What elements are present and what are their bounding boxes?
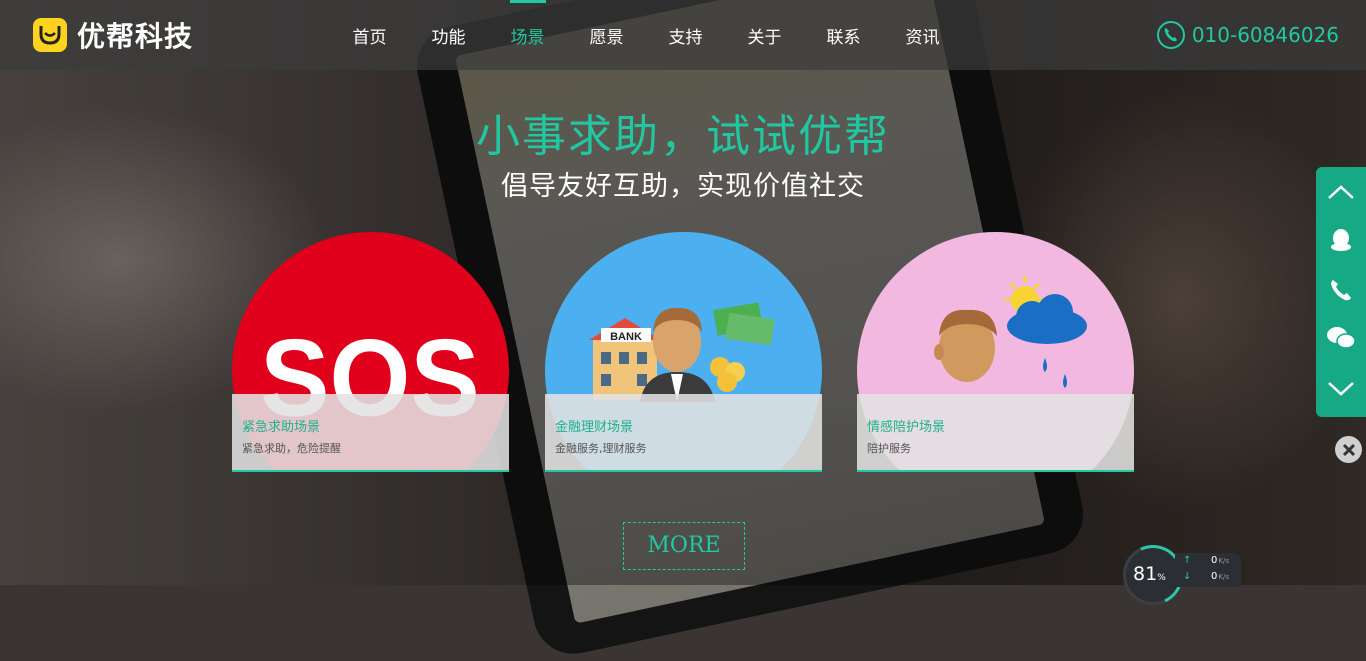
logo[interactable]: 优帮科技 [33, 15, 193, 55]
nav-item-vision[interactable]: 愿景 [567, 0, 646, 70]
header-phone[interactable]: 010-60846026 [1156, 20, 1339, 50]
card-title: 情感陪护场景 [867, 420, 946, 435]
card-caption: 金融理财场景 金融服务,理财服务 [545, 394, 822, 472]
phone-circle-icon [1156, 21, 1185, 49]
nav-item-about[interactable]: 关于 [725, 0, 804, 70]
upload-value: 0 [1211, 555, 1218, 566]
card-title: 紧急求助场景 [242, 420, 321, 435]
close-sidebar-button[interactable] [1335, 436, 1362, 463]
chevron-up-icon [1328, 185, 1354, 199]
side-contact-bar [1316, 167, 1366, 417]
nav-item-home[interactable]: 首页 [330, 0, 409, 70]
upload-arrow-icon: ↑ [1183, 555, 1192, 566]
card-desc: 紧急求助，危险提醒 [242, 442, 341, 455]
scene-card-emergency[interactable]: SOS 紧急求助场景 紧急求助，危险提醒 [232, 232, 509, 472]
card-desc: 陪护服务 [867, 442, 911, 455]
download-value: 0 [1211, 571, 1218, 582]
close-icon [1342, 443, 1355, 456]
sun-cloud-rain-icon [1005, 276, 1087, 388]
bank-art-text: BANK [610, 331, 642, 343]
qq-button[interactable] [1316, 217, 1366, 263]
card-caption: 紧急求助场景 紧急求助，危险提醒 [232, 394, 509, 472]
card-desc: 金融服务,理财服务 [555, 442, 647, 455]
upload-unit: K/s [1218, 557, 1229, 565]
scroll-up-button[interactable] [1316, 169, 1366, 215]
qq-icon [1331, 229, 1351, 251]
hero-title: 小事求助，试试优帮 [476, 111, 890, 162]
phone-button[interactable] [1316, 267, 1366, 313]
card-title: 金融理财场景 [555, 420, 634, 435]
phone-icon [1331, 280, 1351, 301]
scroll-down-button[interactable] [1316, 365, 1366, 411]
header-phone-number: 010-60846026 [1191, 23, 1339, 47]
scene-card-companion[interactable]: 情感陪护场景 陪护服务 [857, 232, 1134, 472]
nav-item-features[interactable]: 功能 [409, 0, 488, 70]
hero-subtitle: 倡导友好互助，实现价值社交 [501, 171, 865, 202]
logo-smile-icon [33, 18, 67, 52]
chevron-down-icon [1328, 382, 1354, 396]
nav-item-news[interactable]: 资讯 [883, 0, 962, 70]
main-nav: 首页 功能 场景 愿景 支持 关于 联系 资讯 [330, 0, 962, 70]
network-speed-widget[interactable]: 81% ↑ 0 K/s ↓ 0 K/s [1114, 536, 1241, 614]
download-arrow-icon: ↓ [1183, 571, 1192, 582]
nav-item-support[interactable]: 支持 [646, 0, 725, 70]
person-icon [934, 309, 997, 382]
speed-percent: 81% [1133, 563, 1166, 585]
nav-item-contact[interactable]: 联系 [804, 0, 883, 70]
top-header: 优帮科技 首页 功能 场景 愿景 支持 关于 联系 资讯 010-6084602… [0, 0, 1366, 70]
scene-card-finance[interactable]: BANK 金融理财场景 金融服务,理财服务 [545, 232, 822, 472]
upload-row: ↑ 0 K/s [1175, 553, 1241, 569]
speed-panel: ↑ 0 K/s ↓ 0 K/s [1175, 553, 1241, 587]
download-unit: K/s [1218, 573, 1229, 581]
card-caption: 情感陪护场景 陪护服务 [857, 394, 1134, 472]
wechat-icon [1327, 327, 1356, 349]
money-icon [710, 302, 775, 392]
logo-text: 优帮科技 [77, 20, 194, 53]
wechat-button[interactable] [1316, 315, 1366, 361]
nav-item-scenes[interactable]: 场景 [488, 0, 567, 70]
download-row: ↓ 0 K/s [1175, 569, 1241, 585]
more-button[interactable]: MORE [623, 522, 745, 570]
